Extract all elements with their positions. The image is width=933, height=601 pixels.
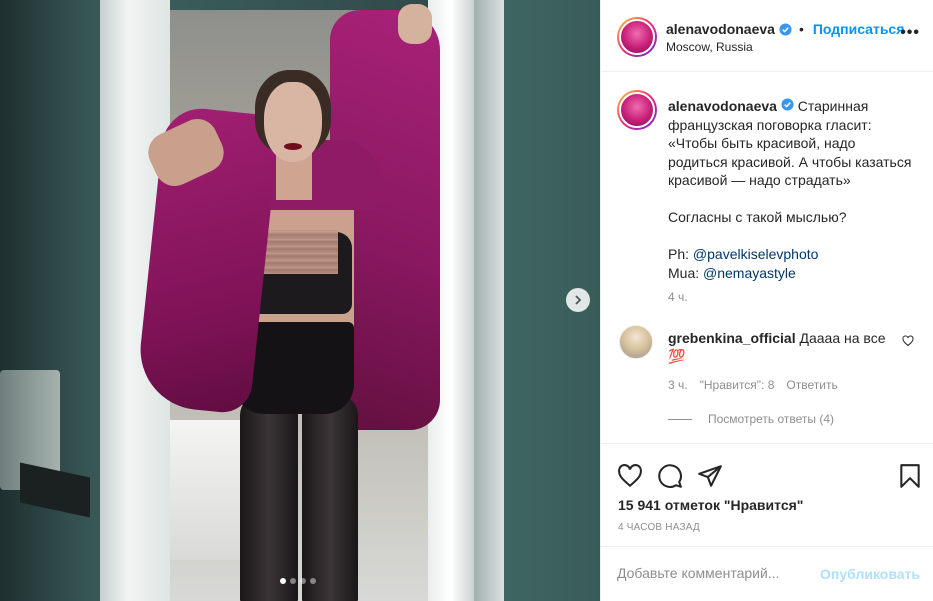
photo-leg-left — [240, 395, 298, 601]
verified-badge-icon — [781, 98, 794, 111]
post-header: alenavodonaeva • Подписаться Moscow, Rus… — [601, 0, 933, 72]
commenter-avatar[interactable] — [619, 325, 653, 359]
photo-hand — [398, 4, 432, 44]
carousel-next-button[interactable] — [566, 288, 590, 312]
share-button[interactable] — [697, 463, 723, 489]
comment-meta: 3 ч. "Нравится": 8 Ответить — [668, 378, 838, 392]
view-replies-button[interactable]: Посмотреть ответы (4) — [668, 412, 834, 426]
author-avatar[interactable] — [617, 17, 657, 57]
carousel-dot — [300, 578, 306, 584]
photographer-link[interactable]: @pavelkiselevphoto — [693, 246, 819, 262]
comment-body: grebenkina_official Даааа на все 💯 — [668, 329, 888, 365]
comment-like-heart-icon[interactable] — [902, 335, 914, 347]
credit-label: Ph: — [668, 246, 693, 262]
photo-keyboard — [20, 462, 90, 518]
comment-icon — [658, 464, 682, 488]
like-button[interactable] — [617, 463, 643, 489]
share-icon — [698, 465, 722, 487]
photo-lips — [284, 143, 302, 150]
carousel-dot — [290, 578, 296, 584]
separator-bullet: • — [798, 21, 804, 37]
publish-button[interactable]: Опубликовать — [820, 566, 920, 582]
commenter-username[interactable]: grebenkina_official — [668, 330, 796, 346]
add-comment-bar: Опубликовать — [601, 546, 933, 601]
caption-credit-ph: Ph: @pavelkiselevphoto — [668, 245, 918, 264]
comment-likes[interactable]: "Нравится": 8 — [700, 378, 775, 392]
caption-question: Согласны с такой мыслью? — [668, 209, 847, 225]
photo-leg-right — [302, 395, 358, 601]
more-options-icon[interactable]: ••• — [900, 24, 920, 42]
comment-timestamp[interactable]: 3 ч. — [668, 378, 688, 392]
caption-username[interactable]: alenavodonaeva — [668, 98, 777, 114]
action-bar — [601, 443, 933, 503]
post-timestamp[interactable]: 4 ЧАСОВ НАЗАД — [618, 522, 700, 533]
view-replies-label: Посмотреть ответы (4) — [708, 412, 835, 426]
comments-area: alenavodonaeva Старинная французская пог… — [601, 73, 933, 443]
verified-badge-icon — [779, 22, 792, 36]
replies-divider — [668, 418, 692, 420]
makeup-artist-link[interactable]: @nemayastyle — [703, 265, 796, 281]
comment-button[interactable] — [657, 463, 683, 489]
carousel-indicator — [280, 578, 316, 584]
chevron-right-icon — [575, 295, 582, 305]
likes-count[interactable]: 15 941 отметок "Нравится" — [618, 497, 803, 513]
post-location[interactable]: Moscow, Russia — [666, 40, 753, 54]
author-username[interactable]: alenavodonaeva — [666, 21, 775, 37]
follow-button[interactable]: Подписаться — [813, 21, 905, 37]
caption-credit-mua: Mua: @nemayastyle — [668, 264, 918, 283]
credit-label: Mua: — [668, 264, 704, 281]
post-photo[interactable] — [0, 0, 600, 601]
caption-timestamp[interactable]: 4 ч. — [668, 290, 688, 304]
photo-door-edge — [474, 0, 504, 601]
bookmark-icon — [900, 464, 920, 488]
author-line: alenavodonaeva • Подписаться — [666, 21, 904, 37]
post-caption: alenavodonaeva Старинная французская пог… — [668, 97, 918, 282]
post-sidebar: alenavodonaeva • Подписаться Moscow, Rus… — [600, 0, 933, 601]
carousel-dot — [310, 578, 316, 584]
carousel-dot — [280, 578, 286, 584]
photo-face — [264, 82, 322, 162]
caption-avatar[interactable] — [617, 90, 657, 130]
heart-icon — [618, 464, 642, 488]
comment-reply-button[interactable]: Ответить — [786, 378, 837, 392]
save-button[interactable] — [897, 463, 923, 489]
comment-input[interactable] — [617, 565, 817, 581]
